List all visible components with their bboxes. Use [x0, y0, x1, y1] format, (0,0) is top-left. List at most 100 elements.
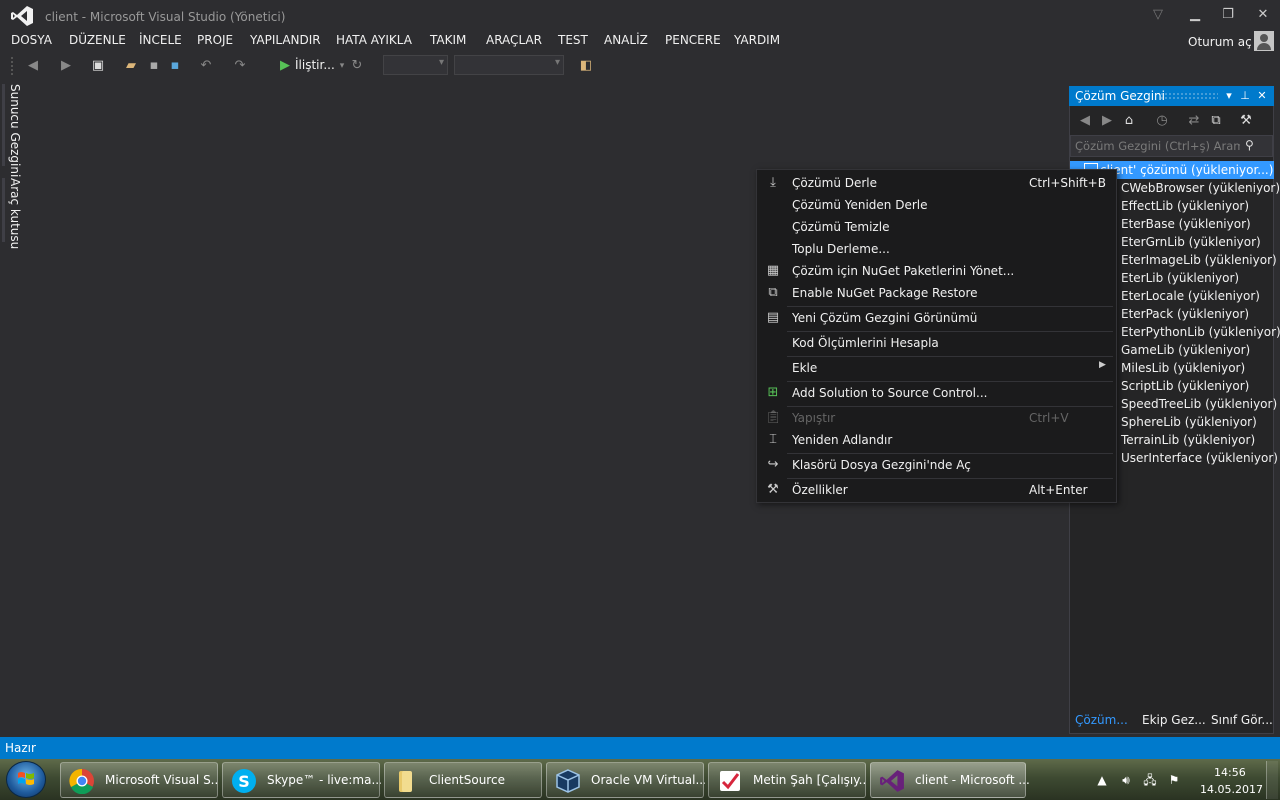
project-node[interactable]: CWebBrowser (yükleniyor)	[1121, 181, 1280, 195]
project-node[interactable]: SpeedTreeLib (yükleniyor)	[1121, 397, 1277, 411]
taskbar-button-virtualbox[interactable]: Oracle VM Virtual...	[546, 762, 705, 798]
menu-team[interactable]: TAKIM	[430, 33, 466, 47]
quick-launch-filter-icon[interactable]: ▽	[1143, 4, 1173, 26]
undo-icon[interactable]: ↶	[198, 58, 214, 74]
menu-item-code-metrics[interactable]: Kod Ölçümlerini Hesapla	[757, 332, 1116, 354]
auto-hide-pin-icon[interactable]: ⊥	[1238, 88, 1252, 104]
redo-icon[interactable]: ↷	[232, 58, 248, 74]
menu-file[interactable]: DOSYA	[11, 33, 52, 47]
menu-test[interactable]: TEST	[558, 33, 588, 47]
menu-item-properties[interactable]: ⚒ Özellikler Alt+Enter	[757, 479, 1116, 501]
project-node[interactable]: EterLib (yükleniyor)	[1121, 271, 1239, 285]
platform-dropdown[interactable]	[454, 55, 564, 75]
account-avatar-icon[interactable]	[1254, 31, 1274, 51]
tab-solution-explorer[interactable]: Çözüm...	[1075, 713, 1128, 727]
menu-item-open-in-explorer[interactable]: ↪ Klasörü Dosya Gezgini'nde Aç	[757, 454, 1116, 476]
pending-changes-filter-icon[interactable]: ◷	[1154, 113, 1170, 129]
tab-team-explorer[interactable]: Ekip Gez...	[1142, 713, 1206, 727]
start-debug-icon[interactable]: ▶	[277, 58, 293, 74]
attach-dropdown-icon[interactable]: ▾	[334, 58, 350, 74]
action-center-flag-icon[interactable]: ⚑	[1166, 772, 1182, 788]
clock-date[interactable]: 14.05.2017	[1200, 783, 1263, 796]
close-button[interactable]: ✕	[1248, 4, 1278, 26]
minimize-button[interactable]: ▁	[1180, 4, 1210, 26]
menu-item-build-solution[interactable]: ⤓ Çözümü Derle Ctrl+Shift+B	[757, 172, 1116, 194]
open-file-icon[interactable]: ▰	[123, 58, 139, 74]
network-icon[interactable]: 🖧︎	[1142, 772, 1158, 788]
volume-icon[interactable]: 🔊︎	[1118, 772, 1134, 788]
attach-label[interactable]: İliştir...	[295, 58, 335, 72]
menu-view[interactable]: İNCELE	[139, 33, 182, 47]
find-in-files-icon[interactable]: ◧	[578, 58, 594, 74]
show-hidden-icons-icon[interactable]: ▲	[1094, 772, 1110, 788]
menu-item-batch-build[interactable]: Toplu Derleme...	[757, 238, 1116, 260]
taskbar-button-visual-studio[interactable]: client - Microsoft ...	[870, 762, 1029, 798]
project-node[interactable]: EterGrnLib (yükleniyor)	[1121, 235, 1261, 249]
menu-item-rebuild-solution[interactable]: Çözümü Yeniden Derle	[757, 194, 1116, 216]
toolbar-grip[interactable]	[11, 57, 15, 75]
menu-tools[interactable]: ARAÇLAR	[486, 33, 542, 47]
se-back-icon[interactable]: ◀	[1077, 113, 1093, 129]
windows-logo-icon	[18, 772, 34, 785]
solution-explorer-search[interactable]: ⚲	[1070, 135, 1273, 157]
navigate-forward-icon[interactable]: ▶	[58, 58, 74, 74]
menu-window[interactable]: PENCERE	[665, 33, 721, 47]
project-node[interactable]: MilesLib (yükleniyor)	[1121, 361, 1245, 375]
menu-project[interactable]: PROJE	[197, 33, 233, 47]
se-forward-icon[interactable]: ▶	[1099, 113, 1115, 129]
server-explorer-tab[interactable]: Sunucu Gezgini	[6, 84, 22, 177]
taskbar-button-vm-window[interactable]: Metin Şah [Çalışıy...	[708, 762, 867, 798]
menu-help[interactable]: YARDIM	[734, 33, 780, 47]
project-node[interactable]: TerrainLib (yükleniyor)	[1121, 433, 1255, 447]
window-position-icon[interactable]: ▾	[1222, 88, 1236, 104]
search-icon[interactable]: ⚲	[1245, 138, 1254, 152]
project-node[interactable]: EterImageLib (yükleniyor)	[1121, 253, 1277, 267]
sync-with-document-icon[interactable]: ⇄	[1186, 113, 1202, 129]
show-desktop-button[interactable]	[1266, 761, 1278, 799]
menu-item-add[interactable]: Ekle ▶	[757, 357, 1116, 379]
home-icon[interactable]: ⌂	[1121, 113, 1137, 129]
restore-button[interactable]: ❐	[1213, 4, 1243, 26]
header-drag-area	[1160, 92, 1218, 100]
menu-debug[interactable]: HATA AYIKLA	[336, 33, 412, 47]
project-node[interactable]: EffectLib (yükleniyor)	[1121, 199, 1249, 213]
solution-explorer-search-input[interactable]	[1075, 138, 1240, 154]
new-project-icon[interactable]: ▣	[90, 58, 106, 74]
menu-item-paste[interactable]: 📋︎ Yapıştır Ctrl+V	[757, 407, 1116, 429]
menu-item-new-se-view[interactable]: ▤ Yeni Çözüm Gezgini Görünümü	[757, 307, 1116, 329]
taskbar-button-chrome[interactable]: Microsoft Visual S...	[60, 762, 219, 798]
configuration-dropdown[interactable]	[383, 55, 448, 75]
project-node[interactable]: EterLocale (yükleniyor)	[1121, 289, 1260, 303]
menu-item-rename[interactable]: ⌶ Yeniden Adlandır	[757, 429, 1116, 451]
save-icon[interactable]: ▪	[146, 58, 162, 74]
project-node[interactable]: GameLib (yükleniyor)	[1121, 343, 1250, 357]
clock-time[interactable]: 14:56	[1214, 766, 1246, 779]
project-node[interactable]: EterPack (yükleniyor)	[1121, 307, 1249, 321]
properties-wrench-icon[interactable]: ⚒	[1238, 113, 1254, 129]
navigate-back-icon[interactable]: ◀	[25, 58, 41, 74]
taskbar-button-explorer[interactable]: ClientSource	[384, 762, 542, 798]
menu-build[interactable]: YAPILANDIR	[250, 33, 321, 47]
menu-item-manage-nuget[interactable]: ▦ Çözüm için NuGet Paketlerini Yönet...	[757, 260, 1116, 282]
refresh-icon[interactable]: ↻	[349, 58, 365, 74]
menu-item-clean-solution[interactable]: Çözümü Temizle	[757, 216, 1116, 238]
project-node[interactable]: EterBase (yükleniyor)	[1121, 217, 1251, 231]
solution-context-menu: ⤓ Çözümü Derle Ctrl+Shift+B Çözümü Yenid…	[756, 169, 1117, 503]
project-node[interactable]: EterPythonLib (yükleniyor)	[1121, 325, 1280, 339]
menu-item-nuget-restore[interactable]: ⧉ Enable NuGet Package Restore	[757, 282, 1116, 304]
signin-link[interactable]: Oturum aç	[1188, 35, 1252, 49]
taskbar-button-skype[interactable]: S Skype™ - live:ma...	[222, 762, 381, 798]
tab-class-view[interactable]: Sınıf Gör...	[1211, 713, 1273, 727]
project-node[interactable]: ScriptLib (yükleniyor)	[1121, 379, 1249, 393]
vm-window-icon	[720, 771, 740, 791]
project-node[interactable]: SphereLib (yükleniyor)	[1121, 415, 1257, 429]
save-all-icon[interactable]: ▪	[167, 58, 183, 74]
menu-item-add-source-control[interactable]: ⊞ Add Solution to Source Control...	[757, 382, 1116, 404]
toolbox-tab[interactable]: Araç kutusu	[6, 178, 22, 249]
project-node[interactable]: UserInterface (yükleniyor)	[1121, 451, 1278, 465]
svg-text:S: S	[238, 772, 250, 791]
collapse-all-icon[interactable]: ⧉	[1208, 113, 1224, 129]
menu-analyze[interactable]: ANALİZ	[604, 33, 648, 47]
close-panel-icon[interactable]: ✕	[1255, 88, 1269, 104]
menu-edit[interactable]: DÜZENLE	[69, 33, 126, 47]
